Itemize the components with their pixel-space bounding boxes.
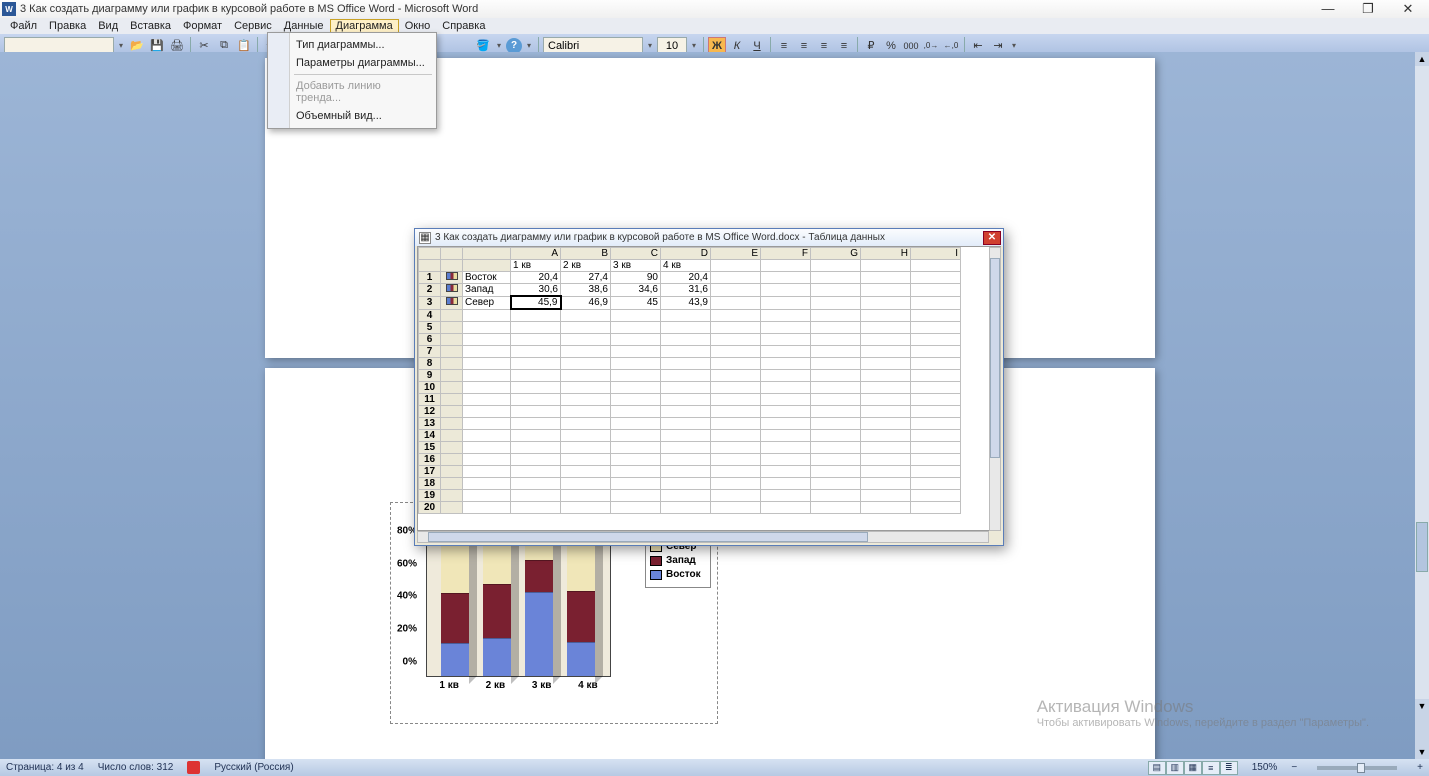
activation-watermark: Активация Windows Чтобы активировать Win…	[1037, 697, 1369, 729]
y-tick-40: 40%	[397, 591, 417, 602]
zoom-in-button[interactable]: +	[1417, 762, 1423, 773]
menu-file[interactable]: Файл	[4, 19, 43, 33]
window-title: 3 Как создать диаграмму или график в кур…	[20, 3, 478, 15]
datasheet-hscrollbar[interactable]	[417, 531, 989, 543]
x-axis-labels: 1 кв 2 кв 3 кв 4 кв	[426, 680, 611, 691]
datasheet-close-button[interactable]: ✕	[983, 231, 1001, 245]
watermark-title: Активация Windows	[1037, 697, 1369, 717]
menu-format[interactable]: Формат	[177, 19, 228, 33]
maximize-button[interactable]: ❐	[1357, 1, 1379, 17]
datasheet-vscrollbar[interactable]	[989, 247, 1001, 531]
vertical-scrollbar[interactable]: ▲ ▼ ▼	[1415, 52, 1429, 759]
menu-insert[interactable]: Вставка	[124, 19, 177, 33]
document-area: 0% 20% 40% 60% 80% 1 кв 2 кв 3 кв 4 кв С…	[0, 52, 1429, 759]
datasheet-grid[interactable]: ABCDEFGHI1 кв2 кв3 кв4 кв1Восток20,427,4…	[417, 246, 1001, 531]
close-button[interactable]: ✕	[1397, 1, 1419, 17]
legend-swatch-zapad	[650, 556, 662, 566]
menu-bar: Файл Правка Вид Вставка Формат Сервис Да…	[0, 18, 1429, 34]
datasheet-window[interactable]: ▦ 3 Как создать диаграмму или график в к…	[414, 228, 1004, 546]
status-page[interactable]: Страница: 4 из 4	[6, 762, 84, 773]
menu-divider	[294, 74, 432, 75]
status-word-count[interactable]: Число слов: 312	[98, 762, 174, 773]
proofing-icon[interactable]	[187, 761, 200, 774]
view-draft-icon[interactable]: ≣	[1220, 761, 1238, 775]
menu-chart[interactable]: Диаграмма	[330, 19, 399, 33]
view-print-layout-icon[interactable]: ▤	[1148, 761, 1166, 775]
zoom-slider-knob[interactable]	[1357, 763, 1365, 773]
view-reading-icon[interactable]: ▥	[1166, 761, 1184, 775]
menu-help[interactable]: Справка	[436, 19, 491, 33]
legend-label-vostok: Восток	[666, 569, 701, 580]
next-page-icon[interactable]: ▼	[1415, 745, 1429, 759]
x-label-1: 1 кв	[439, 680, 459, 691]
datasheet-title: 3 Как создать диаграмму или график в кур…	[435, 232, 885, 243]
menu-item-add-trendline: Добавить линию тренда...	[268, 77, 436, 107]
menu-item-3d-view[interactable]: Объемный вид...	[268, 107, 436, 125]
watermark-subtitle: Чтобы активировать Windows, перейдите в …	[1037, 717, 1369, 729]
scroll-up-icon[interactable]: ▲	[1415, 52, 1429, 66]
y-tick-60: 60%	[397, 558, 417, 569]
menu-data[interactable]: Данные	[278, 19, 330, 33]
datasheet-icon: ▦	[419, 232, 431, 244]
minimize-button[interactable]: —	[1317, 1, 1339, 17]
x-label-4: 4 кв	[578, 680, 598, 691]
hscroll-thumb[interactable]	[428, 532, 868, 542]
y-tick-20: 20%	[397, 624, 417, 635]
legend-label-zapad: Запад	[666, 555, 696, 566]
view-outline-icon[interactable]: ≡	[1202, 761, 1220, 775]
view-buttons: ▤ ▥ ▦ ≡ ≣	[1148, 761, 1238, 775]
y-tick-0: 0%	[403, 657, 417, 668]
menu-item-chart-type[interactable]: Тип диаграммы...	[268, 36, 436, 54]
menu-edit[interactable]: Правка	[43, 19, 92, 33]
scroll-down-icon[interactable]: ▼	[1415, 699, 1429, 713]
vscroll-thumb[interactable]	[990, 258, 1000, 458]
x-label-2: 2 кв	[486, 680, 506, 691]
chart-menu-dropdown: Тип диаграммы... Параметры диаграммы... …	[267, 32, 437, 129]
title-bar: W 3 Как создать диаграмму или график в к…	[0, 0, 1429, 18]
x-label-3: 3 кв	[532, 680, 552, 691]
view-web-icon[interactable]: ▦	[1184, 761, 1202, 775]
menu-item-chart-options[interactable]: Параметры диаграммы...	[268, 54, 436, 72]
menu-tools[interactable]: Сервис	[228, 19, 278, 33]
legend-swatch-vostok	[650, 570, 662, 580]
menu-view[interactable]: Вид	[92, 19, 124, 33]
zoom-level[interactable]: 150%	[1252, 762, 1278, 773]
zoom-out-button[interactable]: −	[1291, 762, 1297, 773]
datasheet-titlebar[interactable]: ▦ 3 Как создать диаграмму или график в к…	[415, 229, 1003, 246]
status-bar: Страница: 4 из 4 Число слов: 312 Русский…	[0, 759, 1429, 776]
scroll-thumb[interactable]	[1416, 522, 1428, 572]
zoom-slider[interactable]	[1317, 766, 1397, 770]
app-icon: W	[2, 2, 16, 16]
browse-object-controls[interactable]	[1415, 713, 1429, 745]
menu-window[interactable]: Окно	[399, 19, 437, 33]
status-language[interactable]: Русский (Россия)	[214, 762, 293, 773]
